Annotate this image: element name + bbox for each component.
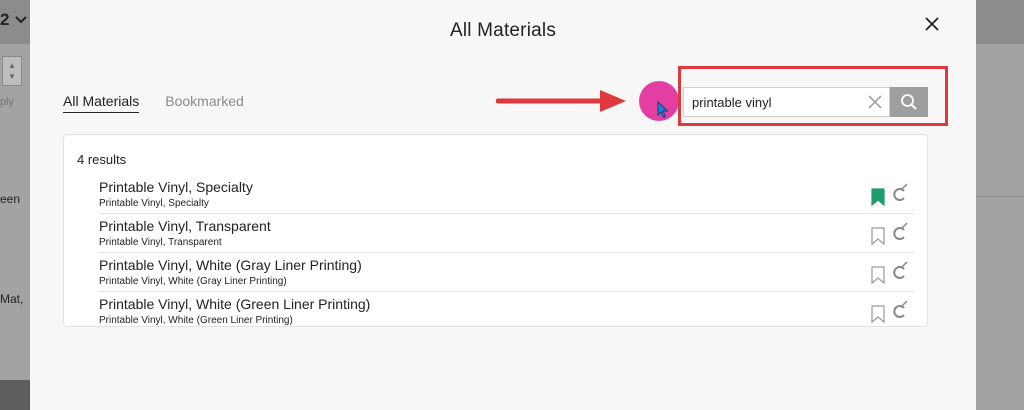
result-name: Printable Vinyl, Transparent xyxy=(99,218,271,234)
background-text: een xyxy=(0,192,21,206)
bookmark-icon[interactable] xyxy=(871,227,885,245)
mouse-cursor-icon xyxy=(657,101,669,119)
bookmark-filled-icon[interactable] xyxy=(871,188,885,206)
background-number-text: 2 xyxy=(0,10,10,29)
background-left-panel xyxy=(0,44,30,380)
search-input[interactable] xyxy=(692,88,862,116)
material-tabs: All Materials Bookmarked xyxy=(63,93,244,113)
tab-bookmarked[interactable]: Bookmarked xyxy=(165,93,244,113)
result-subtitle: Printable Vinyl, Specialty xyxy=(99,198,209,209)
results-list: 4 results Printable Vinyl, Specialty Pri… xyxy=(63,134,928,327)
annotation-arrow-icon xyxy=(496,90,626,112)
result-name: Printable Vinyl, White (Green Liner Prin… xyxy=(99,296,371,312)
result-row[interactable]: Printable Vinyl, Specialty Printable Vin… xyxy=(99,175,915,214)
bookmark-icon[interactable] xyxy=(871,266,885,284)
background-number: 2 xyxy=(0,10,27,30)
result-row[interactable]: Printable Vinyl, White (Gray Liner Print… xyxy=(99,253,915,292)
background-left-footer xyxy=(0,380,30,410)
stepper-up-icon: ▲ xyxy=(8,61,16,70)
result-subtitle: Printable Vinyl, White (Gray Liner Print… xyxy=(99,276,287,287)
background-divider xyxy=(976,196,1024,197)
all-materials-dialog: All Materials All Materials Bookmarked p… xyxy=(30,0,976,410)
dialog-title: All Materials xyxy=(449,20,557,41)
search-field xyxy=(683,87,890,117)
background-stepper: ▲ ▼ xyxy=(2,56,22,86)
background-text: ply xyxy=(0,96,15,108)
bookmark-icon[interactable] xyxy=(871,305,885,323)
result-row[interactable]: Printable Vinyl, Transparent Printable V… xyxy=(99,214,915,253)
background-text: Mat, xyxy=(0,292,24,306)
close-icon xyxy=(925,17,939,31)
result-subtitle: Printable Vinyl, White (Green Liner Prin… xyxy=(99,315,293,326)
cricut-machine-icon[interactable] xyxy=(891,183,909,203)
result-name: Printable Vinyl, White (Gray Liner Print… xyxy=(99,257,362,273)
cricut-machine-icon[interactable] xyxy=(891,300,909,320)
cricut-machine-icon[interactable] xyxy=(891,261,909,281)
cricut-machine-icon[interactable] xyxy=(891,222,909,242)
search-button[interactable] xyxy=(890,87,928,117)
chevron-down-icon xyxy=(15,16,27,24)
clear-icon xyxy=(868,95,882,109)
stepper-down-icon: ▼ xyxy=(8,72,16,81)
clear-search-button[interactable] xyxy=(867,94,883,110)
close-button[interactable] xyxy=(920,12,944,36)
result-name: Printable Vinyl, Specialty xyxy=(99,179,253,195)
results-count: 4 results xyxy=(77,152,127,167)
result-row[interactable]: Printable Vinyl, White (Green Liner Prin… xyxy=(99,292,915,330)
search-icon xyxy=(901,94,917,110)
background-right-panel xyxy=(976,44,1024,410)
result-subtitle: Printable Vinyl, Transparent xyxy=(99,237,222,248)
tab-all-materials[interactable]: All Materials xyxy=(63,93,140,113)
